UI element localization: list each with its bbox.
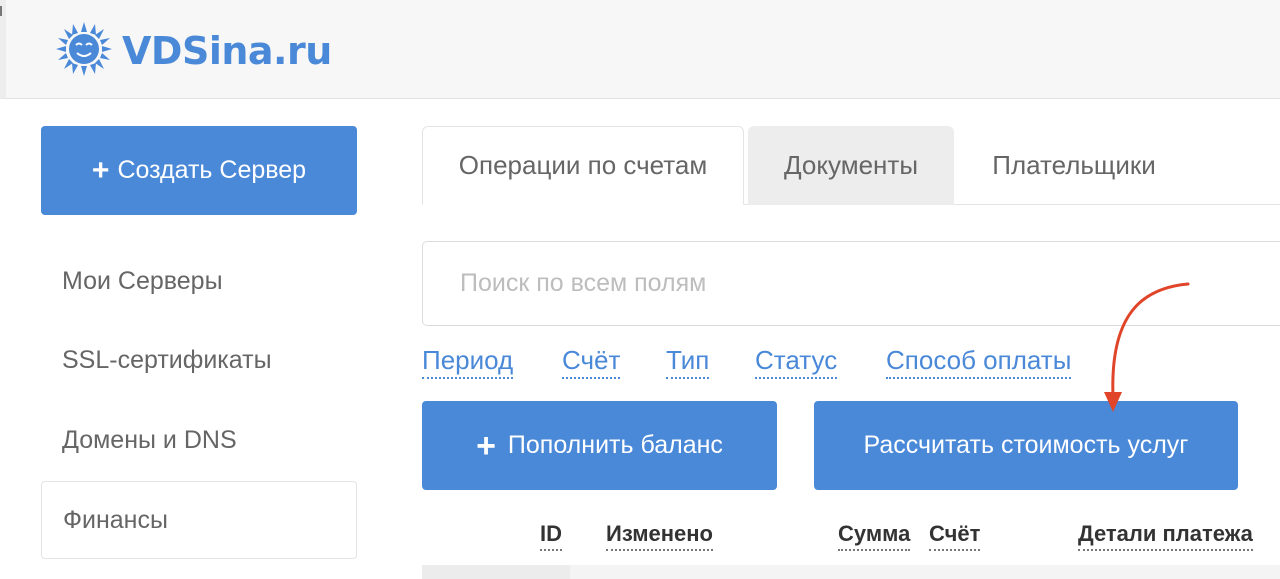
tab-documents[interactable]: Документы <box>748 126 954 205</box>
annotation-arrow <box>1104 282 1190 412</box>
column-header-payment-details[interactable]: Детали платежа <box>1078 521 1253 551</box>
top-up-label: Пополнить баланс <box>507 431 723 459</box>
top-up-balance-button[interactable]: + Пополнить баланс <box>422 401 777 490</box>
plus-icon: + <box>476 426 496 465</box>
header-bar: VDSina.ru <box>0 0 1280 99</box>
sidebar-item-domains[interactable]: Домены и DNS <box>41 401 357 479</box>
create-server-label: Создать Сервер <box>117 156 307 184</box>
filter-period[interactable]: Период <box>422 345 514 379</box>
calculate-label: Рассчитать стоимость услуг <box>863 431 1189 459</box>
sidebar-item-label: Домены и DNS <box>62 425 237 454</box>
column-header-changed[interactable]: Изменено <box>606 521 713 551</box>
table-row-cell <box>422 565 570 579</box>
sun-icon <box>56 21 112 81</box>
brand-name: VDSina.ru <box>122 29 332 73</box>
filter-payment-method[interactable]: Способ оплаты <box>886 345 1072 379</box>
logo[interactable]: VDSina.ru <box>56 21 332 81</box>
column-header-id[interactable]: ID <box>540 521 562 551</box>
sidebar-item-finance[interactable]: Финансы <box>41 481 357 559</box>
sidebar-item-label: SSL-сертификаты <box>62 345 272 374</box>
tab-label: Плательщики <box>992 150 1156 180</box>
create-server-button[interactable]: + Создать Сервер <box>41 126 357 215</box>
tab-account-operations[interactable]: Операции по счетам <box>422 126 744 205</box>
sidebar-item-ssl[interactable]: SSL-сертификаты <box>41 321 357 399</box>
sidebar-item-label: Мои Серверы <box>62 266 223 295</box>
tab-payers[interactable]: Плательщики <box>962 126 1186 205</box>
column-header-account[interactable]: Счёт <box>929 521 981 551</box>
window-edge-mark <box>0 6 2 16</box>
tab-label: Документы <box>783 150 919 180</box>
sidebar-item-label: Финансы <box>63 505 168 534</box>
plus-icon: + <box>91 153 110 187</box>
column-header-amount[interactable]: Сумма <box>838 521 911 551</box>
tab-label: Операции по счетам <box>458 150 708 180</box>
filter-type[interactable]: Тип <box>666 345 710 379</box>
filter-status[interactable]: Статус <box>755 345 838 379</box>
filter-account[interactable]: Счёт <box>562 345 621 379</box>
sidebar-item-servers[interactable]: Мои Серверы <box>41 242 357 320</box>
